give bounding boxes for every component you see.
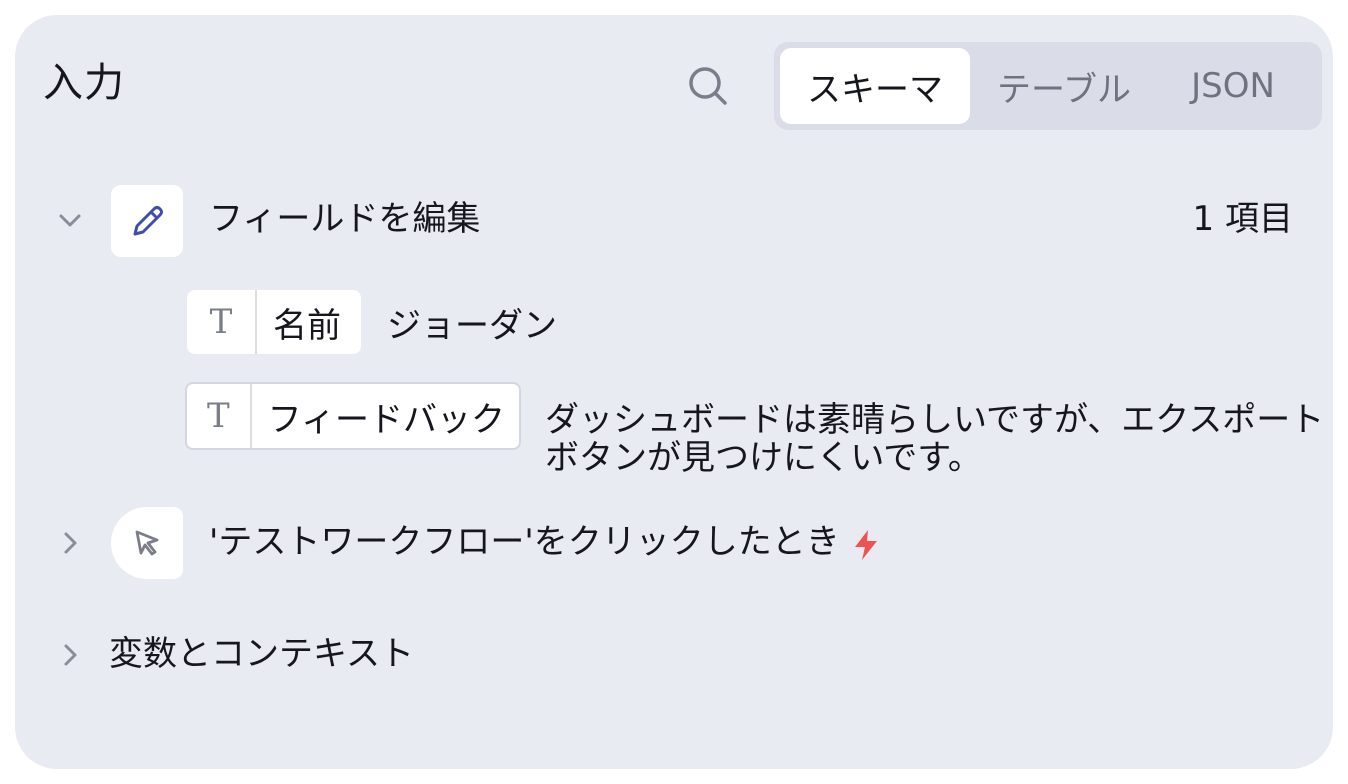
field-chip-feedback[interactable]: T フィードバック — [185, 382, 521, 450]
tab-schema[interactable]: スキーマ — [780, 48, 970, 124]
tab-table[interactable]: テーブル — [976, 48, 1152, 124]
field-name: 名前 — [273, 305, 341, 346]
view-switcher: スキーマ テーブル JSON — [774, 42, 1322, 130]
form-section-label[interactable]: フィールドを編集 — [209, 199, 480, 239]
field-value-name: ジョーダン — [387, 306, 557, 346]
trigger-icon-box — [111, 507, 183, 579]
tab-json[interactable]: JSON — [1158, 48, 1308, 124]
field-chip-name[interactable]: T 名前 — [187, 290, 361, 354]
form-icon-box — [111, 185, 183, 257]
field-name: フィードバック — [267, 399, 505, 440]
variables-section-toggle[interactable] — [55, 640, 85, 670]
text-type-icon: T — [187, 290, 257, 354]
chevron-right-icon — [64, 532, 77, 554]
item-count: 1 項目 — [1192, 199, 1293, 239]
search-button[interactable] — [685, 63, 731, 109]
cursor-click-icon — [135, 530, 159, 556]
inputs-panel: 入力 スキーマ テーブル JSON フィールドを編集 1 項目 T 名前 ジョー… — [15, 15, 1333, 769]
chevron-down-icon — [59, 214, 81, 227]
feedback-line-2: ボタンが見つけにくいです。 — [545, 438, 982, 478]
form-section-toggle[interactable] — [55, 205, 85, 235]
panel-title: 入力 — [43, 60, 125, 106]
text-type-icon: T — [187, 384, 252, 448]
chevron-right-icon — [64, 644, 77, 666]
variables-section-label[interactable]: 変数とコンテキスト — [109, 634, 414, 674]
field-value-feedback: ダッシュボードは素晴らしいですが、エクスポート ボタンが見つけにくいです。 — [545, 401, 1324, 477]
feedback-line-1: ダッシュボードは素晴らしいですが、エクスポート — [545, 400, 1325, 440]
pencil-icon — [133, 206, 163, 236]
search-icon — [689, 67, 727, 105]
trigger-section-label[interactable]: 'テストワークフロー'をクリックしたとき — [209, 522, 840, 562]
trigger-section-toggle[interactable] — [55, 528, 85, 558]
lightning-icon — [855, 530, 877, 560]
